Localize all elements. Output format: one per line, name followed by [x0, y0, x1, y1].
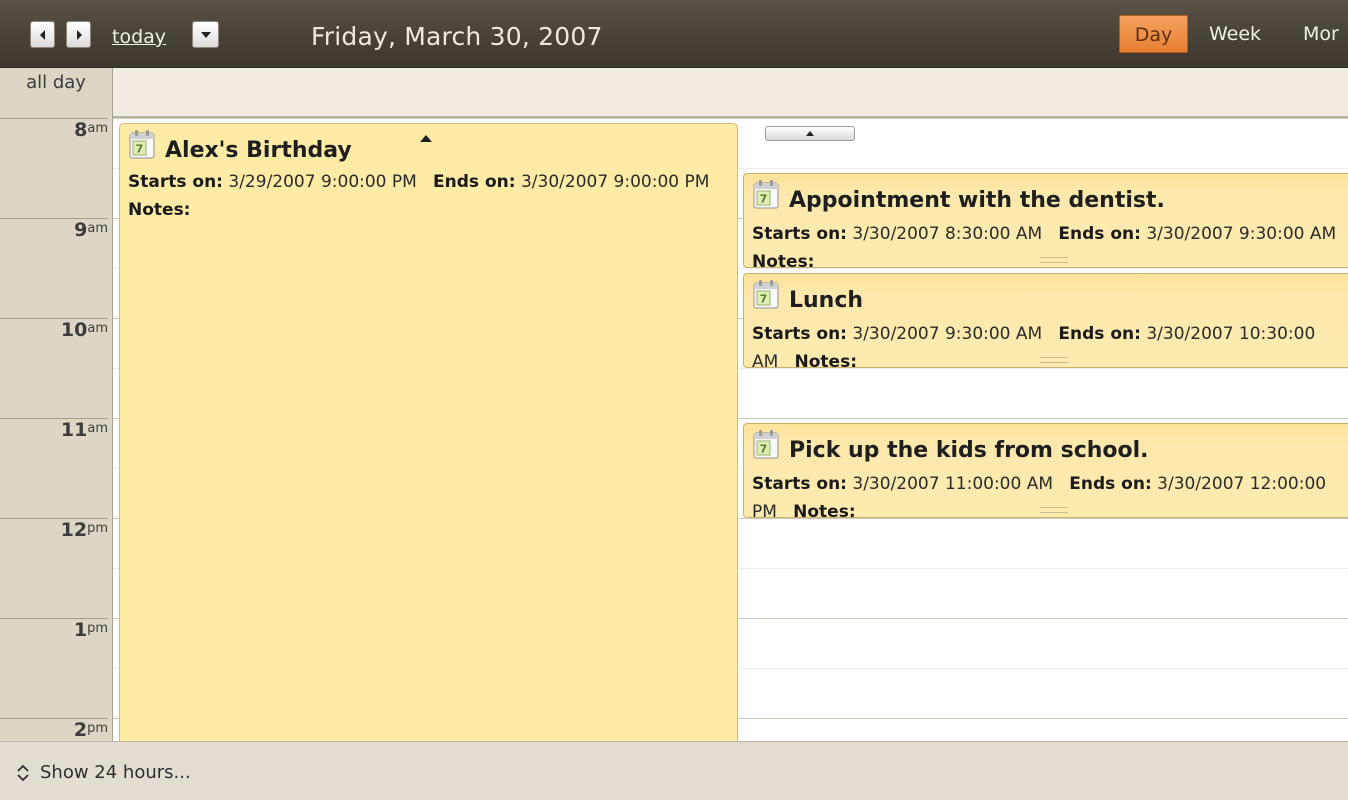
chevron-up-icon: [806, 131, 814, 136]
appointment-title: Pick up the kids from school.: [789, 438, 1149, 463]
time-gutter: 8am 9am 10am 11am 12pm 1pm 2pm: [0, 118, 113, 741]
footer-bar: Show 24 hours...: [0, 741, 1348, 800]
all-day-label: all day: [0, 68, 113, 118]
calendar-icon: 7: [753, 430, 779, 459]
expand-vertical-icon: [17, 764, 29, 782]
chevron-left-icon: [39, 29, 45, 40]
day-grid[interactable]: 7 Alex's Birthday Starts on: 3/29/2007 9…: [113, 118, 1348, 741]
appointment-title: Appointment with the dentist.: [789, 188, 1165, 213]
calendar-icon: 7: [129, 130, 155, 159]
chevron-down-icon: [200, 31, 211, 38]
appointment-lunch[interactable]: 7 Lunch Starts on: 3/30/2007 9:30:00 AM …: [743, 273, 1348, 368]
appointment-details: Starts on: 3/29/2007 9:00:00 PM Ends on:…: [128, 172, 710, 220]
hour-label: 9am: [0, 218, 108, 318]
svg-text:7: 7: [760, 293, 768, 306]
svg-text:7: 7: [760, 193, 768, 206]
view-week-button[interactable]: Week: [1209, 15, 1261, 53]
appointment-alexs-birthday[interactable]: 7 Alex's Birthday Starts on: 3/29/2007 9…: [119, 123, 738, 741]
chevron-right-icon: [76, 29, 82, 40]
calendar-toolbar: today Friday, March 30, 2007 Day Week Mo…: [0, 0, 1348, 68]
appointment-dentist[interactable]: 7 Appointment with the dentist. Starts o…: [743, 173, 1348, 268]
scroll-up-arrow-icon[interactable]: [420, 135, 432, 142]
more-appointments-up-button[interactable]: [765, 126, 855, 141]
all-day-area[interactable]: [113, 68, 1348, 118]
show-24-hours-label: Show 24 hours...: [40, 762, 191, 783]
today-link[interactable]: today: [112, 22, 166, 52]
resize-grip[interactable]: [1040, 257, 1068, 263]
view-month-button[interactable]: Mor: [1303, 15, 1339, 53]
show-24-hours-button[interactable]: Show 24 hours...: [16, 760, 191, 786]
page-title: Friday, March 30, 2007: [311, 22, 603, 51]
previous-day-button[interactable]: [30, 21, 55, 48]
svg-text:7: 7: [760, 443, 768, 456]
hour-label: 2pm: [0, 718, 108, 741]
resize-grip[interactable]: [1040, 507, 1068, 513]
hour-label: 1pm: [0, 618, 108, 718]
appointment-title: Alex's Birthday: [165, 138, 352, 163]
hour-label: 10am: [0, 318, 108, 418]
hour-divider: [113, 118, 1348, 119]
svg-text:7: 7: [136, 143, 144, 156]
hour-label: 8am: [0, 118, 108, 218]
appointment-title: Lunch: [789, 288, 864, 313]
hour-label: 12pm: [0, 518, 108, 618]
calendar-icon: 7: [753, 280, 779, 309]
calendar-icon: 7: [753, 180, 779, 209]
appointment-pick-up-kids[interactable]: 7 Pick up the kids from school. Starts o…: [743, 423, 1348, 518]
date-dropdown-button[interactable]: [192, 21, 219, 48]
view-day-button[interactable]: Day: [1119, 15, 1188, 53]
next-day-button[interactable]: [66, 21, 91, 48]
hour-label: 11am: [0, 418, 108, 518]
resize-grip[interactable]: [1040, 357, 1068, 363]
